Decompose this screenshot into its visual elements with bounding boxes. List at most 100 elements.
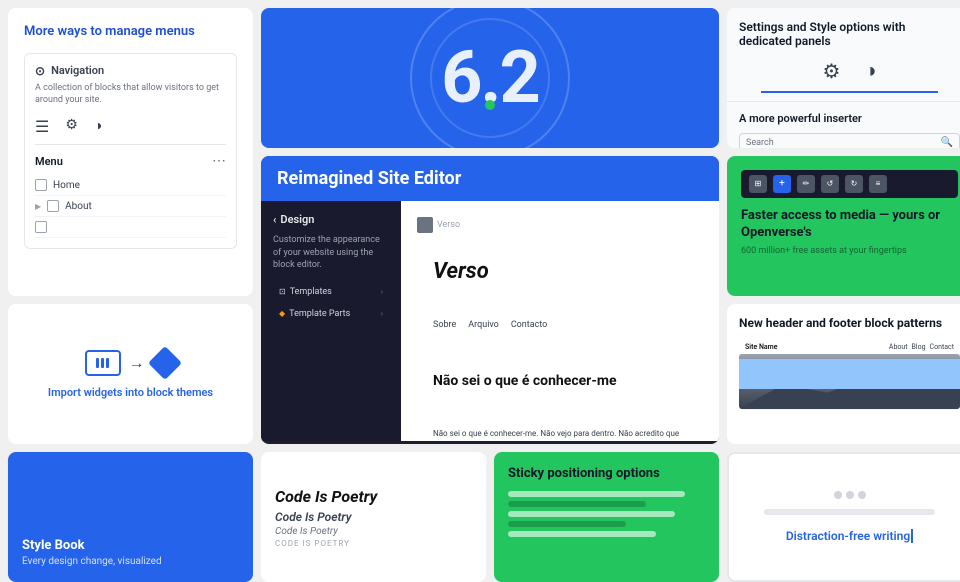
media-title: Faster access to media — yours or Openve…	[741, 208, 958, 242]
sticky-line-3	[508, 511, 675, 517]
hf-preview: Site Name About Blog Contact	[739, 340, 960, 410]
templates-icon: ⊡	[279, 287, 286, 296]
df-dot-3	[858, 491, 866, 499]
design-label: Design	[280, 213, 314, 226]
cell-distraction: Distraction-free writing	[727, 452, 960, 582]
main-grid: More ways to manage menus ⊙ Navigation A…	[0, 0, 960, 540]
hf-nav-contact: Contact	[930, 343, 954, 351]
gear-icon: ⚙	[822, 59, 840, 83]
cell-menus: More ways to manage menus ⊙ Navigation A…	[8, 8, 253, 296]
inserter-search-bar[interactable]: Search 🔍	[739, 133, 960, 148]
hf-nav-about: About	[889, 343, 908, 351]
menus-title: More ways to manage menus	[24, 24, 237, 41]
media-toolbar: ⊞ + ✏ ↺ ↻ ≡	[741, 170, 958, 198]
nav-sobre: Sobre	[433, 320, 456, 330]
sticky-line-5	[508, 531, 656, 537]
menu-item-about: ▶ About	[35, 196, 226, 217]
verso-body: Não sei o que é conhecer-me. Não vejo pa…	[417, 412, 703, 441]
sticky-line-2	[508, 501, 646, 507]
hf-nav-items: About Blog Contact	[889, 343, 954, 351]
pages-icon-sq	[35, 221, 47, 233]
green-dot	[485, 100, 495, 110]
grid-toolbar-icon[interactable]: ⊞	[749, 175, 767, 193]
redo-toolbar-icon[interactable]: ↻	[845, 175, 863, 193]
cell-sticky: Sticky positioning options	[494, 452, 719, 582]
lines-icon: ☰	[35, 117, 49, 136]
media-subtitle: 600 million+ free assets at your fingert…	[741, 246, 958, 256]
editor-content: Verso Verso Sobre Arquivo Contacto Não s…	[401, 201, 719, 441]
menu-item-home: Home	[35, 175, 226, 196]
nav-header: ⊙ Navigation	[35, 64, 226, 78]
editor-sidebar: ‹ Design Customize the appearance of you…	[261, 201, 401, 441]
expand-icon: ▶	[35, 202, 41, 211]
nav-desc: A collection of blocks that allow visito…	[35, 82, 226, 107]
mountain-image	[739, 354, 960, 409]
cell-widgets: → Import widgets into block themes	[8, 304, 253, 444]
about-label: About	[65, 201, 92, 212]
search-icon[interactable]: 🔍	[941, 137, 953, 148]
verso-nav: Sobre Arquivo Contacto	[417, 304, 703, 346]
verso-logo-label: Verso	[437, 220, 460, 230]
template-parts-icon: ◆	[279, 309, 285, 318]
nav-arquivo: Arquivo	[468, 320, 499, 330]
stylebook-desc: Every design change, visualized	[22, 555, 239, 568]
settings-divider	[761, 91, 938, 93]
distraction-label: Distraction-free writing	[786, 529, 910, 543]
template-parts-arrow: ›	[381, 309, 383, 318]
nav-contacto: Contacto	[511, 320, 548, 330]
poetry-text-sm: Code Is Poetry	[275, 526, 472, 537]
cell-poetry: Code Is Poetry Code Is Poetry Code Is Po…	[261, 452, 486, 582]
sticky-line-1	[508, 491, 685, 497]
nav-icons: ☰ ⚙ ◑	[35, 117, 226, 145]
sticky-title: Sticky positioning options	[508, 466, 705, 481]
stylebook-title: Style Book	[22, 538, 239, 553]
widget-inner-icon	[96, 358, 109, 368]
hf-website-bar: Site Name About Blog Contact	[739, 340, 960, 354]
inserter-title: A more powerful inserter	[739, 112, 960, 125]
menu-bar: Menu ⋯	[35, 153, 226, 169]
widget-icon-box	[85, 350, 121, 376]
df-dot-1	[834, 491, 842, 499]
about-icon-sq	[47, 200, 59, 212]
verso-logo: Verso	[417, 217, 703, 233]
more-icon[interactable]: ⋯	[212, 153, 226, 169]
list-toolbar-icon[interactable]: ≡	[869, 175, 887, 193]
sticky-lines	[508, 491, 705, 537]
cell-stylebook: Style Book Every design change, visualiz…	[8, 452, 253, 582]
menu-label: Menu	[35, 155, 63, 168]
home-label: Home	[53, 180, 80, 191]
search-text: Search	[746, 138, 941, 148]
df-dot-2	[846, 491, 854, 499]
df-dots	[834, 491, 866, 499]
hf-nav-blog: Blog	[912, 343, 926, 351]
widgets-label: Import widgets into block themes	[48, 386, 213, 399]
sidebar-item-template-parts[interactable]: ◆ Template Parts ›	[273, 304, 389, 324]
diamond-icon	[148, 346, 182, 380]
cell-header-footer: New header and footer block patterns Sit…	[727, 304, 960, 444]
templates-arrow: ›	[381, 287, 383, 296]
back-button[interactable]: ‹ Design	[273, 213, 389, 226]
nav-panel: ⊙ Navigation A collection of blocks that…	[24, 53, 237, 249]
cell-editor: Reimagined Site Editor ‹ Design Customiz…	[261, 156, 719, 444]
df-cursor	[911, 529, 913, 543]
settings-icons: ⚙ ◑	[739, 58, 960, 83]
undo-toolbar-icon[interactable]: ↺	[821, 175, 839, 193]
sticky-line-4	[508, 521, 626, 527]
cell-version: 6.2	[261, 8, 719, 148]
verso-heading: Não sei o que é conhecer-me	[417, 356, 703, 406]
contrast-half-icon: ◑	[864, 58, 876, 83]
plus-toolbar-icon[interactable]: +	[773, 175, 791, 193]
editor-title: Reimagined Site Editor	[277, 168, 703, 189]
widgets-icons: →	[85, 350, 177, 376]
editor-sidebar-desc: Customize the appearance of your website…	[273, 234, 389, 272]
settings-section: Settings and Style options with dedicate…	[727, 8, 960, 102]
editor-body: ‹ Design Customize the appearance of you…	[261, 201, 719, 441]
pencil-toolbar-icon[interactable]: ✏	[797, 175, 815, 193]
template-parts-label: Template Parts	[289, 309, 350, 319]
verso-logo-sq	[417, 217, 433, 233]
sidebar-item-templates[interactable]: ⊡ Templates ›	[273, 282, 389, 302]
templates-label: Templates	[290, 287, 332, 297]
settings-icon: ⚙	[65, 117, 78, 136]
back-icon: ‹	[273, 213, 276, 226]
menu-item-pages	[35, 217, 226, 238]
